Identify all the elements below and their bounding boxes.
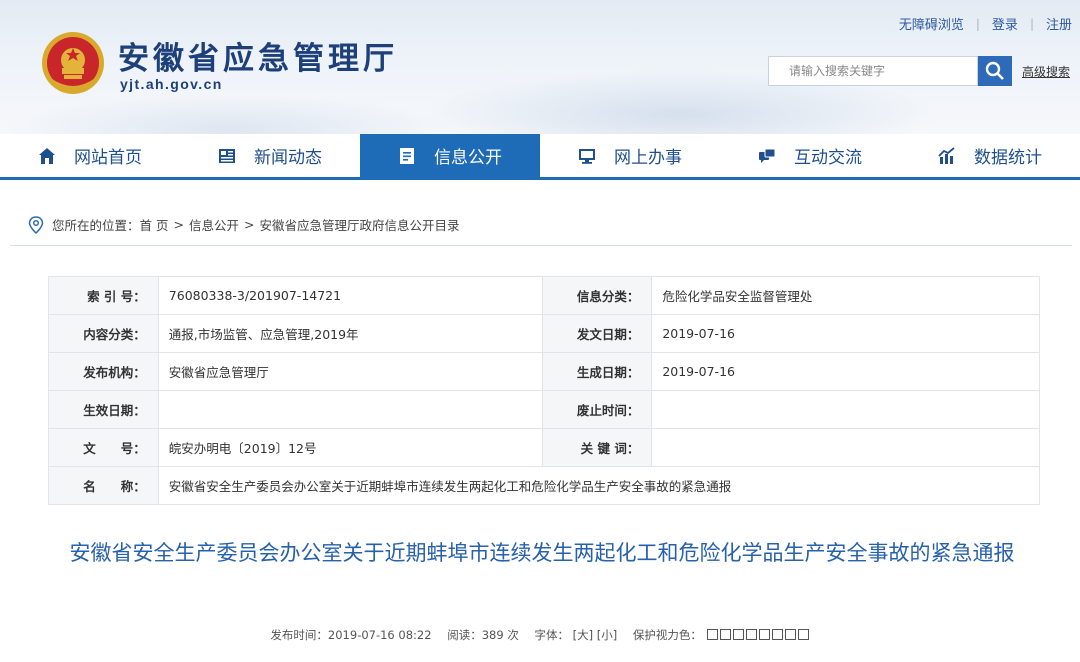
nav-label: 网上办事	[614, 148, 682, 168]
site-header: 安徽省应急管理厅 yjt.ah.gov.cn 无障碍浏览 | 登录 | 注册 请…	[0, 0, 1080, 134]
font-large-button[interactable]: [大]	[573, 628, 593, 642]
content-category-value: 通报,市场监管、应急管理,2019年	[157, 314, 543, 353]
content-category-label: 内容分类：	[48, 314, 159, 353]
table-row: 索 引 号： 76080338-3/201907-14721 信息分类： 危险化…	[48, 276, 1040, 315]
nav-label: 网站首页	[74, 148, 142, 168]
breadcrumb-info-disclosure[interactable]: 信息公开	[189, 215, 239, 234]
breadcrumb-home[interactable]: 首 页	[140, 215, 169, 234]
top-links: 无障碍浏览 | 登录 | 注册	[899, 14, 1072, 34]
nav-label: 信息公开	[434, 148, 502, 168]
monitor-icon	[579, 148, 595, 164]
effective-date-value	[157, 390, 543, 429]
eye-care-color-swatch[interactable]	[745, 629, 757, 640]
site-domain: yjt.ah.gov.cn	[120, 76, 223, 92]
chart-icon	[938, 146, 955, 164]
main-nav: 网站首页 新闻动态 信息公开 网上办事 互动交流 数据统计	[0, 134, 1080, 180]
eye-care-color-swatch[interactable]	[771, 629, 783, 640]
eye-care-color-swatch[interactable]	[797, 629, 809, 640]
chat-icon	[759, 148, 776, 163]
breadcrumb-separator: >	[244, 217, 255, 232]
nav-label: 新闻动态	[254, 148, 322, 168]
login-link[interactable]: 登录	[992, 14, 1018, 33]
keywords-label: 关 键 词：	[541, 428, 653, 467]
doc-number-value: 皖安办明电〔2019〕12号	[157, 428, 543, 467]
issue-date-value: 2019-07-16	[651, 314, 1040, 353]
nav-item-interaction[interactable]: 互动交流	[720, 134, 900, 177]
publisher-value: 安徽省应急管理厅	[157, 352, 543, 391]
nav-item-home[interactable]: 网站首页	[0, 134, 180, 177]
font-small-button[interactable]: [小]	[597, 628, 617, 642]
keywords-value	[651, 428, 1040, 467]
eye-care-label: 保护视力色：	[632, 628, 702, 642]
category-value: 危险化学品安全监督管理处	[651, 276, 1040, 315]
eye-care-color-swatch[interactable]	[706, 629, 718, 640]
eye-care-color-swatch[interactable]	[732, 629, 744, 640]
effective-date-label: 生效日期：	[48, 390, 159, 429]
generated-date-label: 生成日期：	[541, 352, 653, 391]
newspaper-icon	[219, 148, 235, 163]
search-button[interactable]	[978, 56, 1012, 86]
nav-item-info-disclosure[interactable]: 信息公开	[360, 134, 540, 177]
search-input[interactable]: 请输入搜索关键字	[768, 56, 978, 86]
table-row: 文 号： 皖安办明电〔2019〕12号 关 键 词：	[48, 428, 1040, 467]
abolish-date-value	[651, 390, 1040, 429]
table-row: 生效日期： 废止时间：	[48, 390, 1040, 429]
generated-date-value: 2019-07-16	[651, 352, 1040, 391]
breadcrumb: 您所在的位置： 首 页 > 信息公开 > 安徽省应急管理厅政府信息公开目录	[10, 204, 1072, 246]
divider: |	[1029, 16, 1034, 31]
doc-name-value: 安徽省安全生产委员会办公室关于近期蚌埠市连续发生两起化工和危险化学品生产安全事故…	[157, 466, 1041, 505]
location-pin-icon	[28, 215, 44, 234]
nav-label: 数据统计	[974, 148, 1042, 168]
national-emblem-icon	[42, 32, 104, 94]
publisher-label: 发布机构：	[48, 352, 159, 391]
search-icon	[985, 61, 1004, 80]
index-value: 76080338-3/201907-14721	[157, 276, 543, 315]
eye-care-color-swatch[interactable]	[758, 629, 770, 640]
nav-item-online-services[interactable]: 网上办事	[540, 134, 720, 177]
divider: |	[975, 16, 980, 31]
article-title: 安徽省安全生产委员会办公室关于近期蚌埠市连续发生两起化工和危险化学品生产安全事故…	[69, 541, 1015, 565]
table-row: 内容分类： 通报,市场监管、应急管理,2019年 发文日期： 2019-07-1…	[48, 314, 1040, 353]
eye-care-color-swatch[interactable]	[719, 629, 731, 640]
advanced-search-link[interactable]: 高级搜索	[1022, 63, 1070, 80]
document-info-table: 索 引 号： 76080338-3/201907-14721 信息分类： 危险化…	[48, 276, 1041, 505]
publish-time: 发布时间：2019-07-16 08:22	[270, 628, 432, 642]
abolish-date-label: 废止时间：	[541, 390, 653, 429]
issue-date-label: 发文日期：	[541, 314, 653, 353]
index-label: 索 引 号：	[48, 276, 159, 315]
category-label: 信息分类：	[541, 276, 653, 315]
header-cloud	[0, 95, 460, 134]
site-name[interactable]: 安徽省应急管理厅	[118, 33, 398, 78]
font-size-label: 字体：	[534, 628, 569, 642]
article-meta: 发布时间：2019-07-16 08:22 阅读：389 次 字体： [大] […	[0, 627, 1080, 643]
breadcrumb-prefix: 您所在的位置：	[52, 218, 140, 233]
home-icon	[39, 147, 55, 164]
register-link[interactable]: 注册	[1046, 14, 1072, 33]
accessibility-link[interactable]: 无障碍浏览	[899, 14, 964, 33]
breadcrumb-separator: >	[173, 217, 184, 232]
doc-number-label: 文 号：	[48, 428, 159, 467]
table-row: 名 称： 安徽省安全生产委员会办公室关于近期蚌埠市连续发生两起化工和危险化学品生…	[48, 466, 1041, 505]
search-box: 请输入搜索关键字	[768, 56, 1012, 86]
nav-item-statistics[interactable]: 数据统计	[900, 134, 1080, 177]
document-icon	[400, 147, 414, 164]
table-row: 发布机构： 安徽省应急管理厅 生成日期： 2019-07-16	[48, 352, 1040, 391]
nav-label: 互动交流	[794, 148, 862, 168]
eye-care-color-swatch[interactable]	[784, 629, 796, 640]
read-count: 阅读：389 次	[447, 628, 519, 642]
breadcrumb-catalog[interactable]: 安徽省应急管理厅政府信息公开目录	[259, 215, 459, 234]
doc-name-label: 名 称：	[48, 466, 159, 505]
nav-item-news[interactable]: 新闻动态	[180, 134, 360, 177]
